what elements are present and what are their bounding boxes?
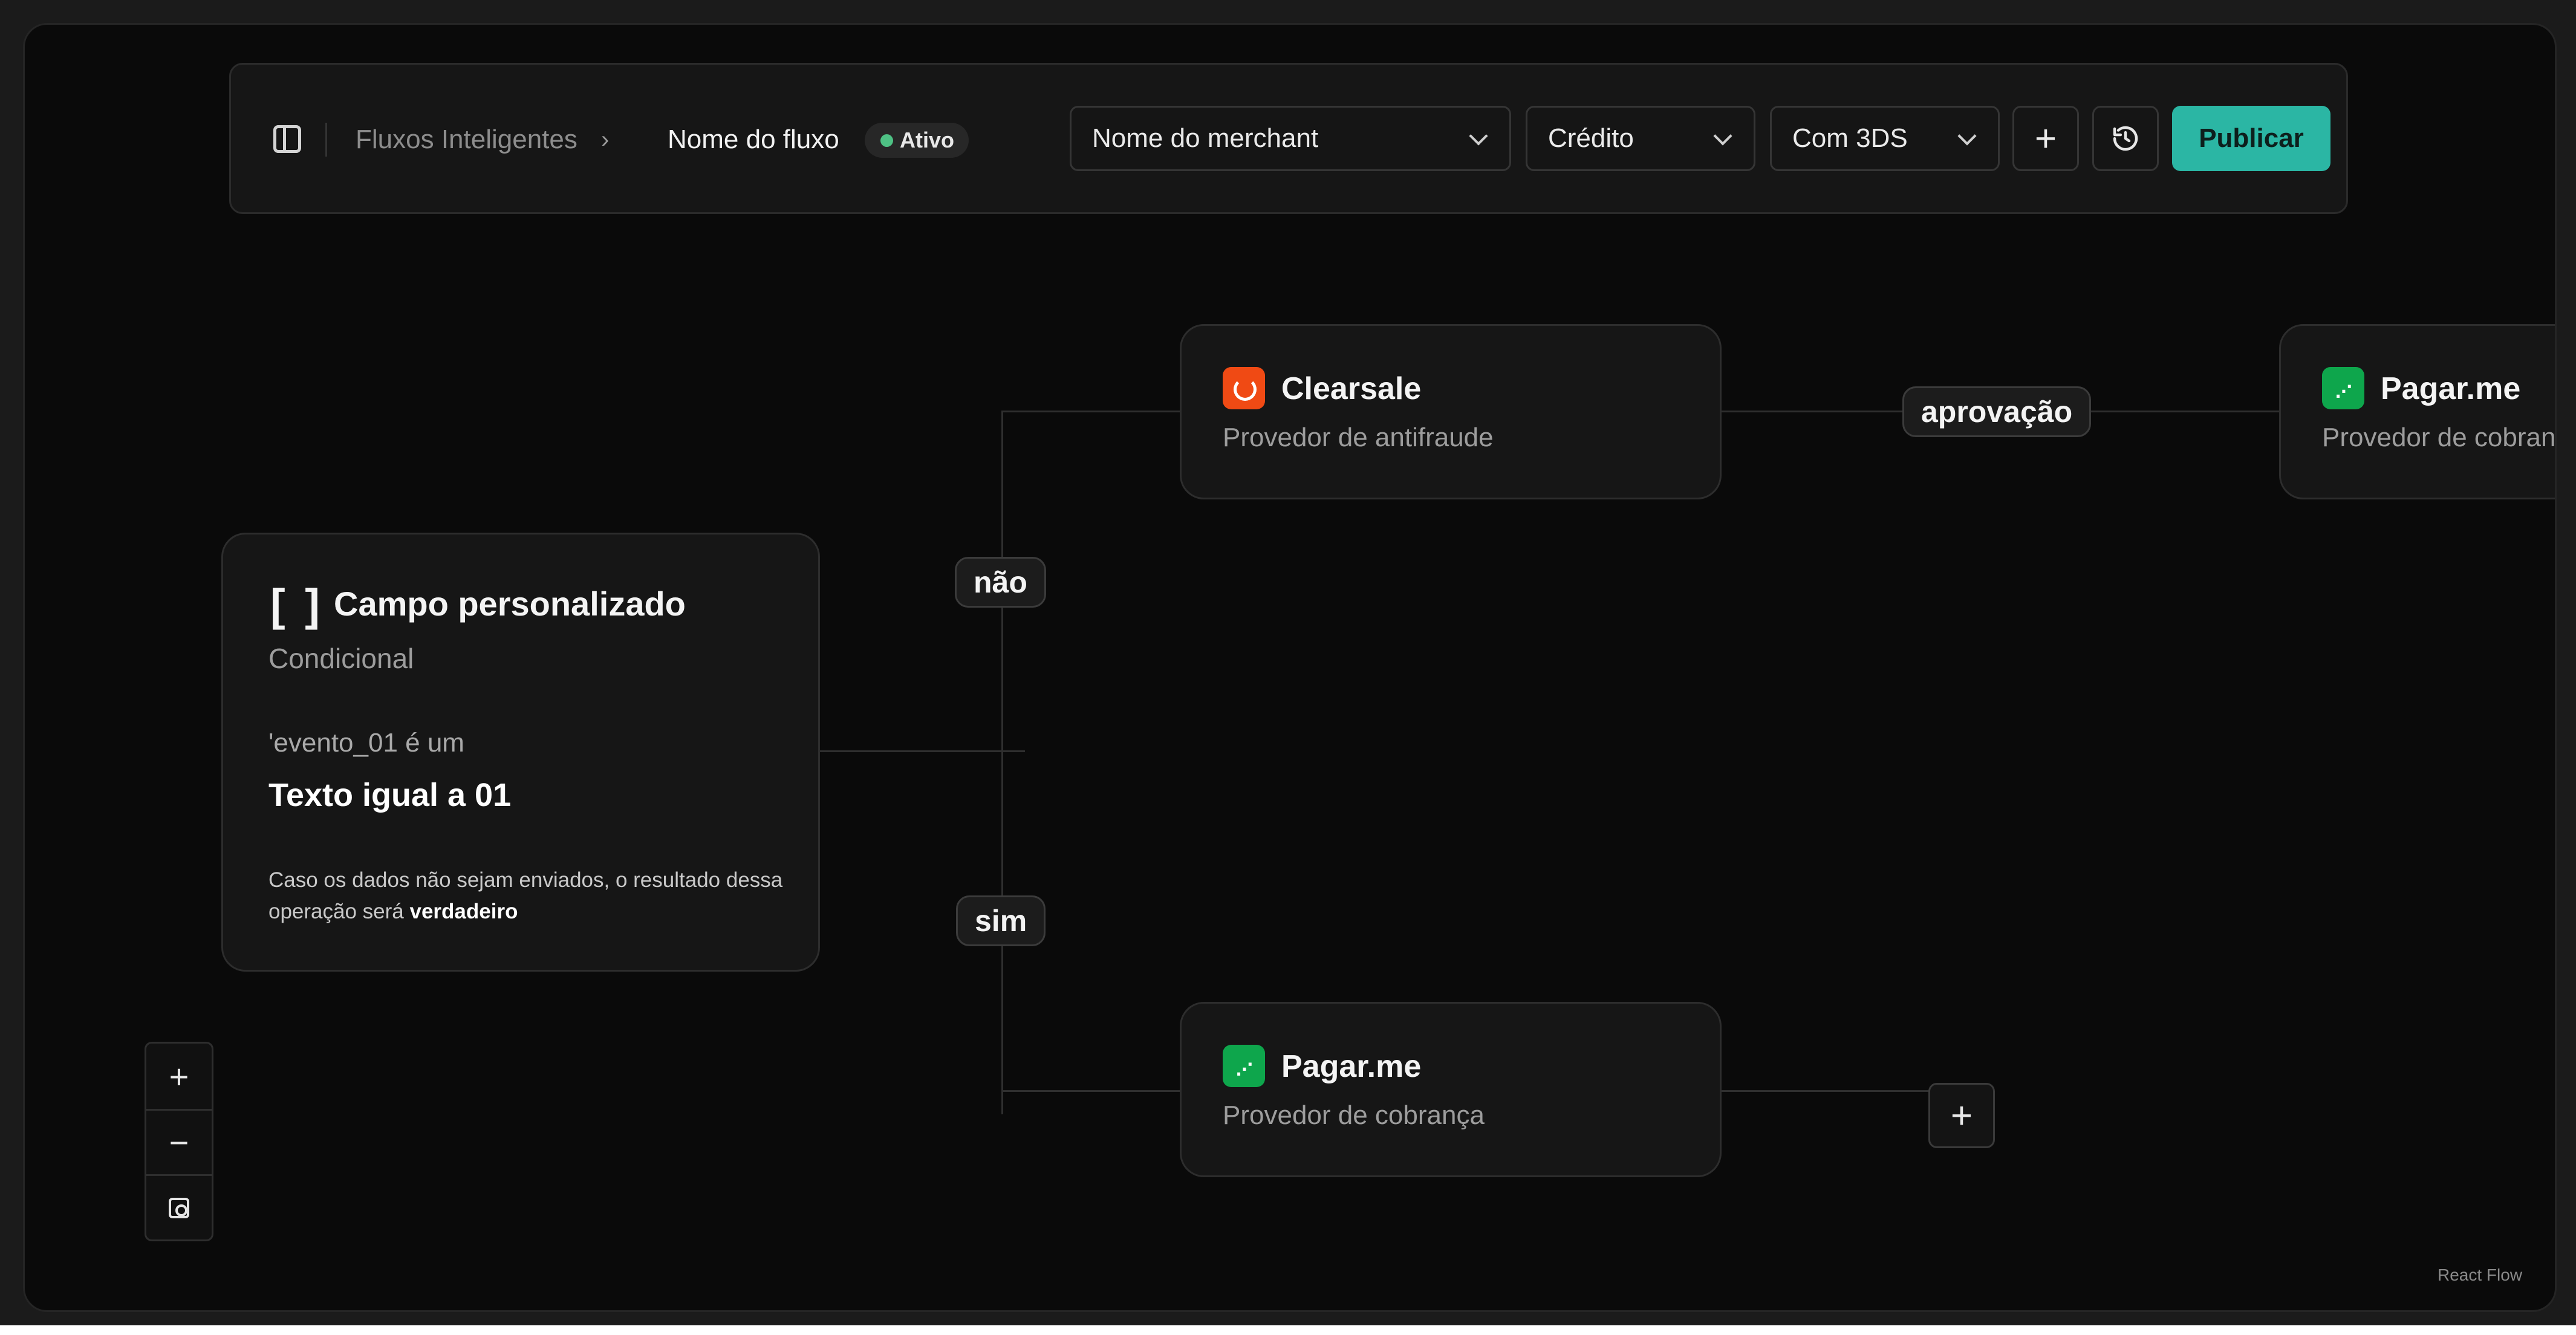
add-button[interactable]: + [2012, 106, 2079, 171]
status-badge: Ativo [865, 123, 969, 158]
payment-type-select[interactable]: Crédito [1526, 106, 1755, 171]
chevron-down-icon [1469, 126, 1488, 146]
edge-label-approval[interactable]: aprovação [1902, 386, 2092, 437]
pagarme-node-right[interactable]: ⋰ Pagar.me Provedor de cobran [2279, 324, 2556, 499]
condition-node[interactable]: [ ] Campo personalizado Condicional 'eve… [221, 533, 820, 972]
sidebar-toggle-icon[interactable] [273, 125, 301, 153]
zoom-in-button[interactable]: + [146, 1044, 212, 1109]
condition-note-emphasis: verdadeiro [409, 900, 518, 923]
condition-node-title: Campo personalizado [334, 585, 686, 623]
edge-label-yes[interactable]: sim [956, 895, 1046, 946]
auth-select-value: Com 3DS [1792, 123, 1908, 153]
clearsale-node-subtitle: Provedor de antifraude [1223, 423, 1494, 452]
history-icon [2113, 126, 2138, 151]
chevron-down-icon [1957, 126, 1977, 146]
chevron-down-icon [1713, 126, 1732, 146]
status-badge-label: Ativo [900, 128, 954, 152]
top-toolbar: Fluxos Inteligentes › Nome do fluxo Ativ… [229, 63, 2348, 214]
react-flow-attribution[interactable]: React Flow [2438, 1265, 2522, 1285]
condition-expression: 'evento_01 é um [268, 728, 464, 758]
payment-type-select-value: Crédito [1548, 123, 1634, 153]
pagarme-right-node-subtitle: Provedor de cobran [2322, 423, 2556, 452]
clearsale-logo-icon [1223, 367, 1265, 409]
publish-button[interactable]: Publicar [2172, 106, 2330, 171]
flow-editor-window: Fluxos Inteligentes › Nome do fluxo Ativ… [23, 23, 2557, 1312]
pagarme-logo-icon: ⋰ [2322, 367, 2364, 409]
auth-select[interactable]: Com 3DS [1770, 106, 2000, 171]
pagarme-node-title: Pagar.me [1281, 1049, 1422, 1084]
edge-condition-to-branch [818, 750, 1025, 752]
fit-view-button[interactable] [146, 1174, 212, 1239]
pagarme-logo-icon: ⋰ [1223, 1045, 1265, 1087]
plus-icon: + [1950, 1094, 1973, 1137]
condition-node-subtitle: Condicional [268, 643, 414, 674]
merchant-select[interactable]: Nome do merchant [1070, 106, 1511, 171]
condition-value: Texto igual a 01 [268, 777, 512, 813]
fit-view-icon [169, 1197, 189, 1218]
edge-pagarme-to-add [1718, 1090, 1930, 1092]
condition-note: Caso os dados não sejam enviados, o resu… [268, 865, 801, 927]
condition-note-text: Caso os dados não sejam enviados, o resu… [268, 868, 783, 923]
history-button[interactable] [2092, 106, 2159, 171]
clearsale-node[interactable]: Clearsale Provedor de antifraude [1180, 324, 1722, 499]
zoom-controls: + − [145, 1042, 213, 1241]
edge-branch-vertical [1001, 411, 1003, 1114]
minus-icon: − [169, 1123, 189, 1161]
bottom-strip [0, 1325, 2576, 1335]
plus-icon: + [169, 1057, 189, 1096]
pagarme-node-subtitle: Provedor de cobrança [1223, 1100, 1485, 1130]
chevron-right-icon: › [601, 126, 610, 153]
breadcrumb-root[interactable]: Fluxos Inteligentes [356, 123, 577, 157]
edge-to-clearsale [1001, 411, 1210, 412]
zoom-out-button[interactable]: − [146, 1109, 212, 1174]
plus-icon: + [2034, 117, 2057, 160]
brackets-icon: [ ] [270, 580, 324, 630]
pagarme-right-node-title: Pagar.me [2381, 371, 2521, 406]
add-node-button[interactable]: + [1928, 1083, 1995, 1148]
pagarme-node[interactable]: ⋰ Pagar.me Provedor de cobrança [1180, 1002, 1722, 1177]
edge-to-pagarme [1001, 1090, 1210, 1092]
clearsale-node-title: Clearsale [1281, 371, 1422, 406]
status-dot-icon [880, 134, 893, 147]
merchant-select-value: Nome do merchant [1092, 123, 1319, 153]
breadcrumb-current: Nome do fluxo [668, 125, 839, 154]
toolbar-divider [325, 123, 327, 157]
edge-label-no[interactable]: não [955, 557, 1046, 608]
